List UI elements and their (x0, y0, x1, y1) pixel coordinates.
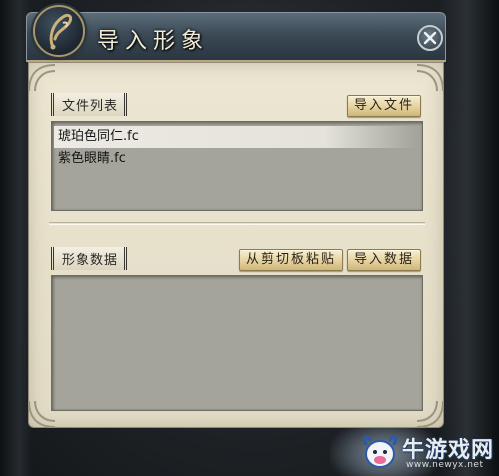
import-file-button[interactable]: 导入文件 (347, 95, 422, 117)
section-divider (49, 222, 425, 225)
file-list[interactable]: 琥珀色同仁.fc 紫色眼睛.fc (51, 121, 423, 211)
site-watermark: 牛游戏网 www.newyx.net (358, 424, 499, 474)
paste-from-clipboard-button[interactable]: 从剪切板粘贴 (239, 249, 344, 271)
dialog-title: 导入形象 (97, 29, 210, 54)
file-name: 紫色眼睛.fc (58, 151, 126, 166)
file-list-label: 文件列表 (51, 93, 128, 116)
file-list-item[interactable]: 琥珀色同仁.fc (54, 126, 416, 148)
file-name: 琥珀色同仁.fc (58, 129, 139, 144)
close-icon (423, 31, 437, 45)
quill-emblem-icon (33, 5, 85, 57)
import-appearance-dialog: 导入形象 文件列表 导入文件 琥珀色同仁.fc 紫色眼睛.fc 形象数据 从剪切… (26, 5, 446, 428)
appearance-data-label: 形象数据 (51, 247, 128, 270)
appearance-data-textarea[interactable] (51, 275, 423, 411)
import-data-button[interactable]: 导入数据 (347, 249, 422, 271)
file-list-item[interactable]: 紫色眼睛.fc (54, 148, 416, 170)
watermark-url: www.newyx.net (406, 460, 484, 470)
bull-mascot-icon (362, 435, 398, 468)
close-button[interactable] (417, 25, 443, 51)
dialog-body: 文件列表 导入文件 琥珀色同仁.fc 紫色眼睛.fc 形象数据 从剪切板粘贴 导… (28, 62, 444, 428)
title-bar[interactable]: 导入形象 (26, 5, 446, 62)
background-hair-right (439, 0, 499, 476)
